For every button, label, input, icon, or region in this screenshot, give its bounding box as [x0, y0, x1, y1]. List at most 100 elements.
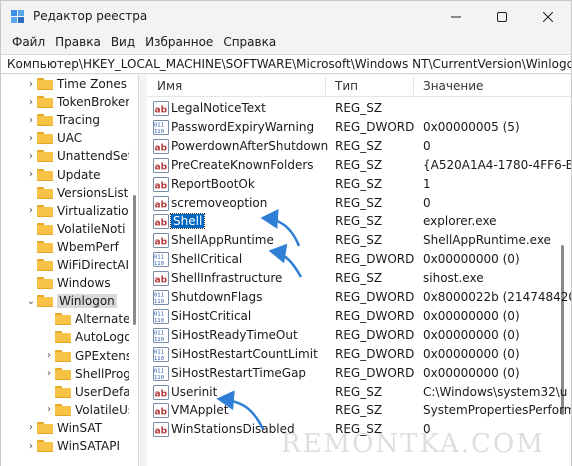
- menu-view[interactable]: Вид: [106, 33, 140, 53]
- tree-item[interactable]: › Update: [25, 166, 100, 184]
- value-type: REG_DWORD: [335, 308, 415, 323]
- tree-item[interactable]: › GPExtens: [43, 347, 132, 365]
- value-row[interactable]: 011 110 ShutdownFlags REG_DWORD 0x8000022b (…: [147, 288, 571, 307]
- tree-item[interactable]: UserDefa: [43, 383, 131, 401]
- tree-scrollbar[interactable]: [129, 75, 138, 466]
- tree-item-label: WbemPerf: [57, 239, 119, 254]
- value-row[interactable]: 011 110 ShellCritical REG_DWORD 0x00000000 (…: [147, 250, 571, 269]
- address-bar[interactable]: Компьютер\HKEY_LOCAL_MACHINE\SOFTWARE\Mi…: [1, 54, 571, 74]
- value-row[interactable]: 011 110 PasswordExpiryWarning REG_DWORD 0x00…: [147, 118, 571, 137]
- tree-item[interactable]: WiFiDirectAI: [25, 256, 129, 274]
- value-row[interactable]: ab Userinit REG_SZ C:\Windows\system32\u: [147, 383, 571, 402]
- value-name-text: PowerdownAfterShutdown: [171, 138, 329, 153]
- tree-item[interactable]: WbemPerf: [25, 238, 119, 256]
- folder-icon: [55, 367, 71, 380]
- tree-item[interactable]: › WinSAT: [25, 419, 102, 437]
- tree-item[interactable]: › Time Zones: [25, 75, 127, 93]
- column-name-header[interactable]: Имя: [157, 79, 182, 93]
- value-name-text: Shell: [169, 213, 206, 230]
- title-bar[interactable]: Редактор реестра: [1, 1, 571, 33]
- chevron-right-icon[interactable]: ›: [43, 365, 55, 383]
- tree-item[interactable]: › Virtualization: [25, 202, 136, 220]
- chevron-down-icon[interactable]: ⌄: [25, 292, 37, 310]
- column-separator[interactable]: [325, 77, 326, 95]
- value-row[interactable]: ab LegalNoticeText REG_SZ: [147, 99, 571, 118]
- value-row[interactable]: ab scremoveoption REG_SZ 0: [147, 194, 571, 213]
- tree-scroll-thumb[interactable]: [133, 195, 136, 325]
- maximize-button[interactable]: [479, 1, 525, 33]
- value-name: ReportBootOk: [171, 177, 255, 191]
- chevron-right-icon[interactable]: ›: [25, 93, 37, 111]
- string-value-icon: ab: [153, 101, 169, 116]
- value-row[interactable]: 011 110 SiHostRestartCountLimit REG_DWORD 0x…: [147, 345, 571, 364]
- chevron-right-icon[interactable]: ›: [25, 202, 37, 220]
- value-row[interactable]: ab Shell REG_SZ explorer.exe: [147, 212, 571, 231]
- value-row[interactable]: ab ShellAppRuntime REG_SZ ShellAppRuntime.e…: [147, 231, 571, 250]
- pane-splitter[interactable]: [139, 75, 147, 466]
- value-row[interactable]: 011 110 SiHostRestartTimeGap REG_DWORD 0x000…: [147, 364, 571, 383]
- value-data: ShellAppRuntime.exe: [423, 233, 551, 248]
- tree-item[interactable]: AutoLogo: [43, 328, 132, 346]
- binary-value-icon: 011110: [153, 290, 169, 305]
- value-name-text: PasswordExpiryWarning: [171, 119, 315, 134]
- tree-item[interactable]: › VolatileUs: [43, 401, 134, 419]
- menu-edit[interactable]: Правка: [50, 33, 106, 53]
- svg-text:011: 011: [154, 368, 164, 374]
- value-name-text: scremoveoption: [171, 195, 268, 210]
- tree-item-label: Windows: [57, 276, 111, 291]
- menu-favorites[interactable]: Избранное: [140, 33, 218, 53]
- value-row[interactable]: ab PowerdownAfterShutdown REG_SZ 0: [147, 137, 571, 156]
- chevron-right-icon: [43, 383, 55, 401]
- tree-item[interactable]: VolatileNoti: [25, 220, 125, 238]
- value-row[interactable]: ab PreCreateKnownFolders REG_SZ {A520A1A4-1…: [147, 156, 571, 175]
- chevron-right-icon: [25, 274, 37, 292]
- value-row[interactable]: ab ShellInfrastructure REG_SZ sihost.exe: [147, 269, 571, 288]
- tree-item[interactable]: Alternate: [43, 310, 130, 328]
- tree-item[interactable]: Windows: [25, 274, 111, 292]
- value-row[interactable]: 011 110 SiHostCritical REG_DWORD 0x00000000 …: [147, 307, 571, 326]
- chevron-right-icon[interactable]: ›: [25, 111, 37, 129]
- value-type: REG_SZ: [335, 403, 383, 418]
- value-row[interactable]: ab VMApplet REG_SZ SystemPropertiesPerform: [147, 401, 571, 420]
- tree-item[interactable]: › ShellProg: [43, 365, 131, 383]
- chevron-right-icon: [43, 328, 55, 346]
- menu-file[interactable]: Файл: [7, 33, 50, 53]
- chevron-right-icon[interactable]: ›: [25, 437, 37, 455]
- close-button[interactable]: [525, 1, 571, 33]
- chevron-right-icon[interactable]: ›: [25, 147, 37, 165]
- chevron-right-icon[interactable]: ›: [25, 129, 37, 147]
- tree-item[interactable]: › UnattendSet: [25, 147, 132, 165]
- menu-help[interactable]: Справка: [218, 33, 281, 53]
- tree-item[interactable]: › Tracing: [25, 111, 100, 129]
- value-row[interactable]: 011 110 SiHostReadyTimeOut REG_DWORD 0x00000…: [147, 326, 571, 345]
- column-separator[interactable]: [413, 77, 414, 95]
- chevron-right-icon: [25, 184, 37, 202]
- chevron-right-icon[interactable]: ›: [43, 347, 55, 365]
- column-value-header[interactable]: Значение: [423, 79, 483, 93]
- chevron-right-icon[interactable]: ›: [25, 166, 37, 184]
- tree-item[interactable]: ⌄ Winlogon: [25, 292, 117, 310]
- chevron-right-icon[interactable]: ›: [25, 75, 37, 93]
- value-type: REG_SZ: [335, 233, 383, 248]
- string-value-icon: ab: [153, 157, 169, 173]
- chevron-right-icon[interactable]: ›: [25, 419, 37, 437]
- folder-icon: [55, 385, 71, 398]
- string-value-icon: ab: [153, 384, 169, 400]
- chevron-right-icon[interactable]: ›: [43, 401, 55, 419]
- value-data: explorer.exe: [423, 214, 497, 229]
- string-value-icon: ab: [153, 195, 169, 211]
- value-row[interactable]: ab ReportBootOk REG_SZ 1: [147, 175, 571, 194]
- tree-item[interactable]: › UAC: [25, 129, 82, 147]
- svg-text:011: 011: [154, 330, 164, 336]
- tree-item[interactable]: VersionsList: [25, 184, 128, 202]
- value-data: sihost.exe: [423, 271, 484, 286]
- value-type: REG_DWORD: [335, 119, 415, 134]
- column-type-header[interactable]: Тип: [335, 79, 358, 93]
- minimize-button[interactable]: [433, 1, 479, 33]
- folder-icon: [37, 78, 53, 90]
- svg-text:110: 110: [154, 318, 164, 324]
- svg-text:ab: ab: [155, 200, 168, 210]
- tree-item[interactable]: › WinSATAPI: [25, 437, 120, 455]
- value-name-text: ShutdownFlags: [171, 290, 263, 304]
- tree-item[interactable]: › TokenBroker: [25, 93, 130, 111]
